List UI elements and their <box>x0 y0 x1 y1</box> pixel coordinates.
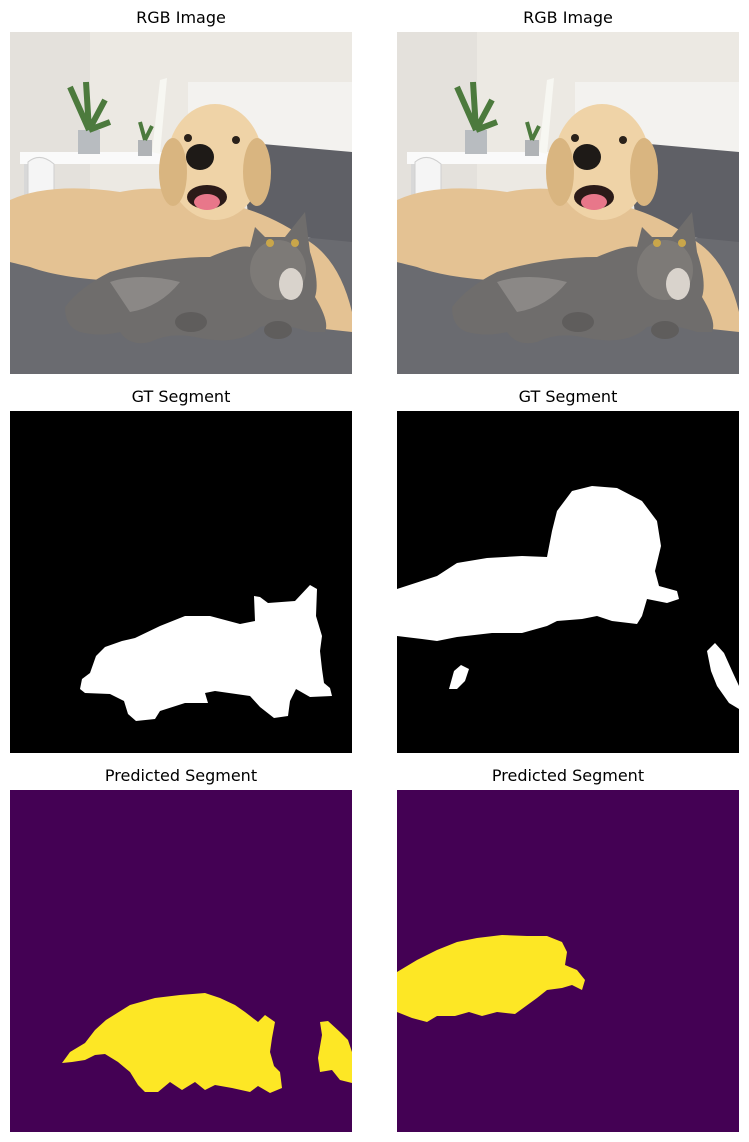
rgb-image-right <box>397 32 739 374</box>
pred-mask-left <box>10 790 352 1132</box>
gt-mask-left <box>10 411 352 753</box>
panel-title-rgb-right: RGB Image <box>523 8 613 27</box>
panel-title-gt-left: GT Segment <box>131 387 231 406</box>
pred-mask-right <box>397 790 739 1132</box>
dog-and-cat-photo <box>10 32 352 374</box>
rgb-image-left <box>10 32 352 374</box>
panel-title-pred-right: Predicted Segment <box>491 766 645 785</box>
gt-mask-right <box>397 411 739 753</box>
panel-title-gt-right: GT Segment <box>518 387 618 406</box>
dog-and-cat-photo <box>397 32 739 374</box>
panel-title-pred-left: Predicted Segment <box>104 766 258 785</box>
panel-title-rgb-left: RGB Image <box>136 8 226 27</box>
